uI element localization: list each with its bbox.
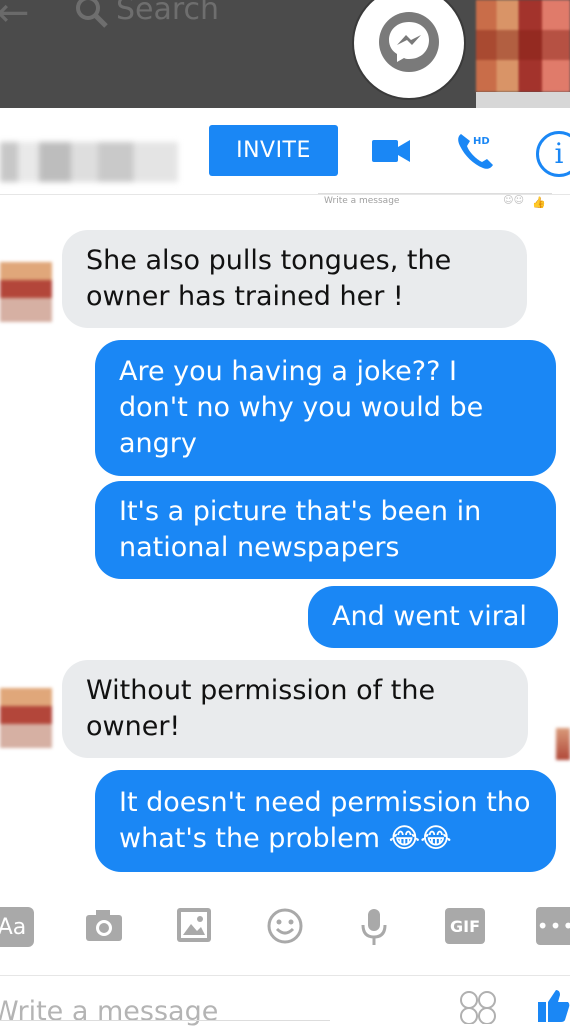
outgoing-message[interactable]: And went viral (308, 586, 558, 648)
gallery-icon[interactable] (176, 907, 212, 947)
more-icon[interactable]: ••• (536, 907, 570, 945)
contact-name-blurred (0, 142, 178, 182)
search-placeholder[interactable]: Search (116, 0, 219, 27)
contact-avatar[interactable] (0, 688, 52, 748)
messenger-bolt-icon (389, 22, 429, 62)
sticker-icon[interactable] (458, 990, 498, 1028)
back-arrow-icon[interactable]: ← (0, 0, 30, 36)
emoji-icon[interactable] (266, 907, 304, 949)
svg-text:HD: HD (473, 136, 490, 147)
contact-avatar[interactable] (0, 262, 52, 322)
mini-compose-placeholder: Write a message (324, 196, 400, 206)
compose-bar: Write a message (0, 975, 570, 1027)
mini-compose-bar: Write a message ☺☺ 👍 (318, 193, 552, 214)
microphone-icon[interactable] (360, 907, 388, 951)
contact-avatar-partial (556, 728, 570, 760)
mini-like-icon: 👍 (532, 196, 546, 209)
contact-avatar-top[interactable] (476, 0, 570, 92)
gif-icon[interactable]: GIF (445, 908, 485, 944)
camera-icon[interactable] (84, 907, 124, 947)
avatar-shadow (476, 92, 570, 108)
search-icon[interactable] (74, 0, 110, 34)
incoming-message[interactable]: Without permission of the owner! (62, 660, 528, 758)
text-format-icon[interactable]: Aa (0, 907, 34, 947)
video-call-icon[interactable] (372, 138, 410, 168)
mini-emoji-icon: ☺☺ (503, 195, 524, 206)
outgoing-message[interactable]: Are you having a joke?? I don't no why y… (95, 340, 556, 476)
like-icon[interactable] (538, 988, 570, 1026)
outgoing-message[interactable]: It's a picture that's been in national n… (95, 481, 556, 579)
outgoing-message[interactable]: It doesn't need permission tho what's th… (95, 770, 556, 872)
invite-button[interactable]: INVITE (209, 125, 338, 176)
message-input[interactable]: Write a message (0, 996, 218, 1027)
hd-call-icon[interactable]: HD (455, 130, 499, 176)
top-bar: ← Search (0, 0, 570, 108)
incoming-message[interactable]: She also pulls tongues, the owner has tr… (62, 230, 527, 328)
